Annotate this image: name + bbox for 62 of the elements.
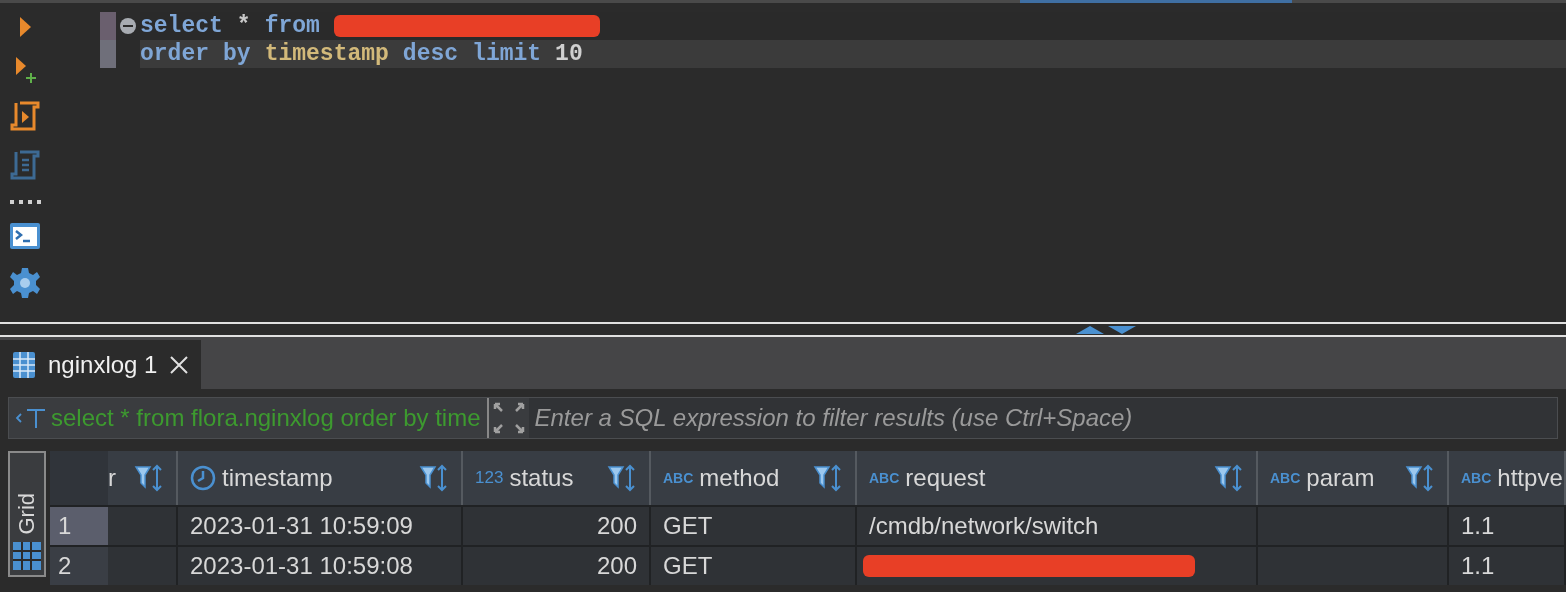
row-header-corner	[50, 451, 108, 505]
code-token: timestamp	[264, 39, 389, 69]
filter-sort-icon[interactable]	[419, 463, 449, 493]
column-header[interactable]: ABC request	[857, 451, 1258, 505]
column-title: method	[699, 463, 780, 493]
row-number[interactable]: 2	[50, 547, 108, 585]
script-run-icon[interactable]	[10, 101, 40, 133]
type-label: ABC	[663, 468, 694, 488]
code-token: by	[223, 39, 251, 69]
terminal-icon[interactable]	[9, 222, 41, 250]
settings-icon[interactable]	[9, 267, 41, 299]
type-label: 123	[475, 467, 504, 490]
code-token: 10	[555, 39, 583, 69]
code-token: desc	[402, 39, 459, 69]
table-cell: GET	[651, 547, 857, 585]
filter-sort-icon[interactable]	[607, 463, 637, 493]
type-label: ABC	[1270, 468, 1301, 488]
more-icon[interactable]	[9, 199, 41, 205]
column-header[interactable]: ABC httpve	[1449, 451, 1566, 505]
grid-view-tab[interactable]: Grid	[8, 451, 46, 577]
row-number[interactable]: 1	[50, 507, 108, 545]
tab-label: nginxlog 1	[48, 349, 158, 380]
column-header[interactable]: 123 status	[463, 451, 651, 505]
type-label: ABC	[1461, 468, 1492, 488]
column-title: timestamp	[222, 463, 333, 493]
column-title: r	[108, 463, 116, 493]
filter-sort-icon[interactable]	[134, 463, 164, 493]
filter-sort-icon[interactable]	[1214, 463, 1244, 493]
gutter-marker	[100, 40, 116, 68]
code-token: order	[140, 39, 209, 69]
result-tab[interactable]: nginxlog 1	[0, 340, 202, 389]
view-tab-label: Grid	[16, 493, 38, 535]
column-title: request	[905, 463, 986, 493]
filter-sort-icon[interactable]	[1405, 463, 1435, 493]
grid-icon	[12, 541, 42, 571]
table-cell: 2023-01-31 10:59:09	[178, 507, 463, 545]
code-token: from	[264, 11, 320, 41]
code-token: limit	[472, 39, 542, 69]
column-header[interactable]: ABC param	[1258, 451, 1449, 505]
gutter-marker	[100, 12, 116, 40]
column-header[interactable]: r	[108, 451, 178, 505]
table-cell: 1.1	[1449, 547, 1566, 585]
table-icon	[12, 350, 36, 379]
column-header[interactable]: ABC method	[651, 451, 857, 505]
table-cell: 1.1	[1449, 507, 1566, 545]
filter-sort-icon[interactable]	[813, 463, 843, 493]
code-token: *	[236, 11, 251, 41]
close-icon[interactable]	[169, 354, 190, 375]
clock-icon	[190, 465, 216, 491]
column-title: status	[509, 463, 574, 493]
column-title: httpve	[1497, 463, 1563, 493]
table-cell: 2023-01-31 10:59:08	[178, 547, 463, 585]
column-header[interactable]: timestamp	[178, 451, 463, 505]
type-label: ABC	[869, 468, 900, 488]
code-token: select	[140, 11, 223, 41]
table-cell: 200	[463, 547, 651, 585]
column-title: param	[1306, 463, 1375, 493]
table-cell: GET	[651, 507, 857, 545]
table-cell: /cmdb/network/switch	[857, 507, 1258, 545]
fold-icon[interactable]	[119, 17, 137, 35]
script-icon[interactable]	[10, 150, 40, 182]
table-cell: 200	[463, 507, 651, 545]
